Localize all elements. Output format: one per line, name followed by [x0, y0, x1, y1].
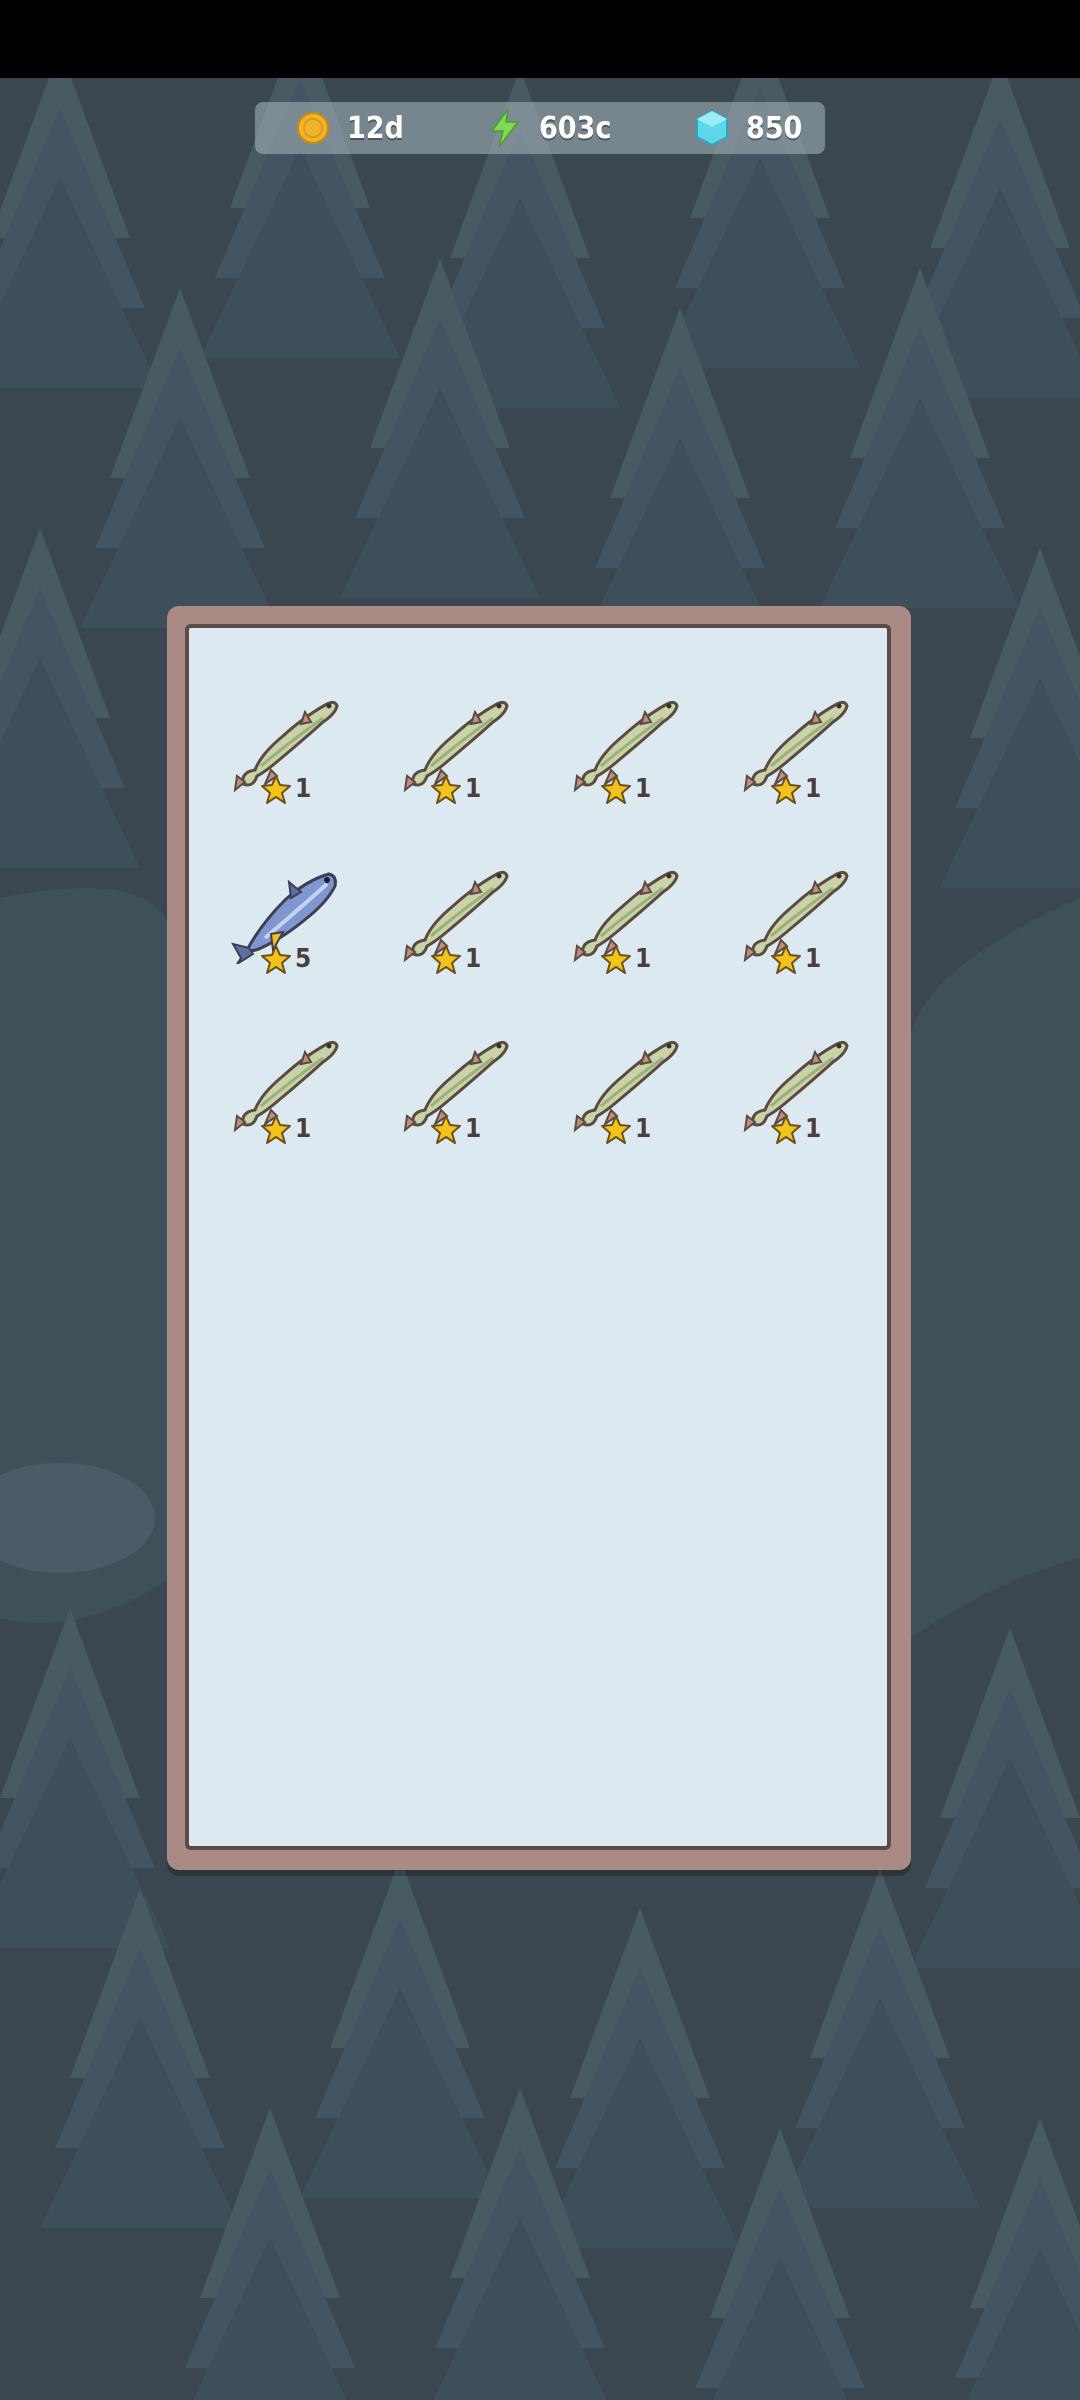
star-rating: 1	[431, 944, 481, 974]
star-rating: 1	[261, 1114, 311, 1144]
coins-value: 12d	[347, 110, 404, 146]
energy-counter[interactable]: 603c	[485, 102, 611, 154]
star-count: 1	[465, 944, 482, 974]
star-count: 1	[635, 1114, 652, 1144]
star-count: 1	[805, 944, 822, 974]
inventory-slot[interactable]: 1	[231, 1024, 341, 1154]
star-icon	[431, 944, 461, 974]
resource-bar: 12d 603c 850	[255, 102, 825, 154]
star-icon	[601, 944, 631, 974]
energy-value: 603c	[539, 110, 612, 146]
inventory-grid: 1 1 1 1 5 1 1 1 1 1 1 1	[185, 624, 891, 1850]
star-rating: 1	[601, 944, 651, 974]
inventory-slot[interactable]: 1	[401, 1024, 511, 1154]
inventory-slot[interactable]: 1	[571, 684, 681, 814]
star-rating: 1	[431, 1114, 481, 1144]
star-count: 1	[295, 1114, 312, 1144]
inventory-slot[interactable]: 1	[741, 854, 851, 984]
star-count: 1	[465, 774, 482, 804]
star-icon	[771, 944, 801, 974]
star-count: 1	[805, 774, 822, 804]
star-rating: 5	[261, 944, 311, 974]
star-count: 1	[805, 1114, 822, 1144]
star-count: 1	[295, 774, 312, 804]
inventory-slot[interactable]: 1	[571, 854, 681, 984]
star-count: 1	[635, 774, 652, 804]
star-icon	[261, 774, 291, 804]
star-icon	[431, 1114, 461, 1144]
star-rating: 1	[601, 1114, 651, 1144]
coin-icon	[293, 108, 333, 148]
star-rating: 1	[431, 774, 481, 804]
star-icon	[771, 1114, 801, 1144]
star-rating: 1	[771, 774, 821, 804]
star-icon	[771, 774, 801, 804]
star-count: 1	[465, 1114, 482, 1144]
status-bar	[0, 0, 1080, 78]
star-icon	[261, 944, 291, 974]
inventory-panel: 1 1 1 1 5 1 1 1 1 1 1 1	[167, 606, 911, 1870]
star-rating: 1	[601, 774, 651, 804]
star-count: 1	[635, 944, 652, 974]
star-rating: 1	[771, 944, 821, 974]
star-rating: 1	[771, 1114, 821, 1144]
inventory-slot[interactable]: 5	[230, 854, 341, 984]
star-count: 5	[295, 944, 312, 974]
gems-value: 850	[746, 110, 803, 146]
coins-counter[interactable]: 12d	[293, 102, 404, 154]
inventory-slot[interactable]: 1	[231, 684, 341, 814]
gems-counter[interactable]: 850	[692, 102, 802, 154]
star-icon	[431, 774, 461, 804]
star-icon	[601, 1114, 631, 1144]
inventory-slot[interactable]: 1	[741, 684, 851, 814]
lightning-icon	[485, 108, 525, 148]
gem-icon	[692, 108, 732, 148]
inventory-slot[interactable]: 1	[401, 684, 511, 814]
star-icon	[261, 1114, 291, 1144]
star-rating: 1	[261, 774, 311, 804]
star-icon	[601, 774, 631, 804]
inventory-slot[interactable]: 1	[741, 1024, 851, 1154]
inventory-slot[interactable]: 1	[571, 1024, 681, 1154]
inventory-slot[interactable]: 1	[401, 854, 511, 984]
